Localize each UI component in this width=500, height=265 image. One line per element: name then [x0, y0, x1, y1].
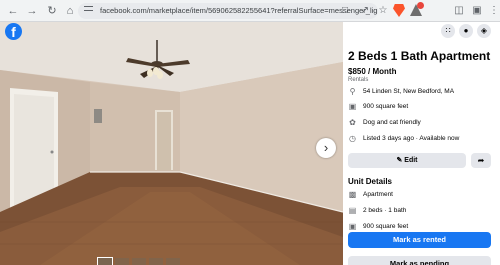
listing-panel: ∷ ● ◈ 2 Beds 1 Bath Apartment $850 / Mon…	[343, 22, 500, 265]
bed-icon: ▤	[348, 205, 357, 215]
photo-thumbnail[interactable]	[132, 258, 146, 265]
notifications-icon[interactable]: ◈	[477, 24, 491, 38]
photo-thumbnail[interactable]	[149, 258, 163, 265]
pets-text: Dog and cat friendly	[363, 118, 421, 126]
unit-detail-text: Apartment	[363, 190, 393, 198]
area-icon: ▣	[348, 101, 357, 111]
location-pin-icon: ⚲	[349, 86, 356, 96]
facebook-logo-icon[interactable]: f	[5, 23, 22, 40]
share-icon: ➦	[477, 156, 485, 165]
clock-icon: ◷	[349, 133, 356, 143]
unit-details-heading: Unit Details	[348, 177, 393, 186]
pets-row: ✿ Dog and cat friendly	[348, 116, 421, 128]
sidebar-toggle-icon[interactable]: ◫	[452, 4, 466, 18]
photo-thumbnail[interactable]	[166, 258, 180, 265]
unit-detail-text: 2 beds · 1 bath	[363, 206, 407, 214]
building-icon: ▩	[348, 189, 357, 199]
photo-thumbnail[interactable]	[115, 258, 129, 265]
mark-as-rented-button[interactable]: Mark as rented	[348, 232, 491, 248]
extension-icon[interactable]: □	[338, 4, 352, 18]
unit-detail-row: ▣ 900 square feet	[348, 220, 408, 232]
area-icon: ▣	[348, 221, 357, 231]
address-text: 54 Linden St, New Bedford, MA	[363, 87, 455, 95]
listing-category: Rentals	[348, 77, 369, 83]
share-button[interactable]: ➦	[471, 153, 491, 168]
share-page-icon[interactable]: ↗	[358, 4, 372, 18]
unit-detail-row: ▤ 2 beds · 1 bath	[348, 204, 407, 216]
notification-badge	[417, 2, 424, 9]
site-info-icon[interactable]	[84, 6, 93, 11]
address-row: ⚲ 54 Linden St, New Bedford, MA	[348, 85, 455, 97]
brave-shields-icon[interactable]	[393, 4, 405, 17]
unit-detail-row: ▩ Apartment	[348, 188, 393, 200]
size-text: 900 square feet	[363, 102, 409, 110]
header-icons: ∷ ● ◈	[441, 24, 491, 40]
listed-text: Listed 3 days ago · Available now	[363, 134, 460, 142]
photo-thumbnail[interactable]	[97, 257, 113, 265]
bookmark-icon[interactable]: ☆	[376, 4, 390, 18]
photo-viewer: f ›	[0, 22, 343, 265]
home-icon[interactable]: ⌂	[63, 4, 77, 18]
thumbnail-strip	[97, 257, 180, 265]
menu-icon[interactable]: ⋮	[487, 4, 500, 18]
menu-grid-icon[interactable]: ∷	[441, 24, 455, 38]
edit-label: Edit	[404, 157, 418, 164]
unit-detail-text: 900 square feet	[363, 222, 409, 230]
reload-icon[interactable]: ↻	[45, 4, 59, 18]
listing-price: $850 / Month	[348, 67, 397, 76]
browser-toolbar: ← → ↻ ⌂ facebook.com/marketplace/item/56…	[0, 0, 500, 22]
size-row: ▣ 900 square feet	[348, 100, 408, 112]
forward-icon[interactable]: →	[25, 4, 39, 18]
listing-title: 2 Beds 1 Bath Apartment	[348, 49, 491, 63]
mark-as-pending-button[interactable]: Mark as pending	[348, 256, 491, 265]
paw-icon: ✿	[349, 117, 356, 127]
wallet-icon[interactable]: ▣	[470, 4, 484, 18]
next-photo-button[interactable]: ›	[316, 138, 336, 158]
listing-photo	[0, 22, 343, 265]
messenger-icon[interactable]: ●	[459, 24, 473, 38]
address-bar[interactable]: facebook.com/marketplace/item/5690625822…	[78, 3, 378, 19]
listed-row: ◷ Listed 3 days ago · Available now	[348, 132, 459, 144]
back-icon[interactable]: ←	[6, 4, 20, 18]
edit-button[interactable]: ✎ Edit	[348, 153, 466, 168]
